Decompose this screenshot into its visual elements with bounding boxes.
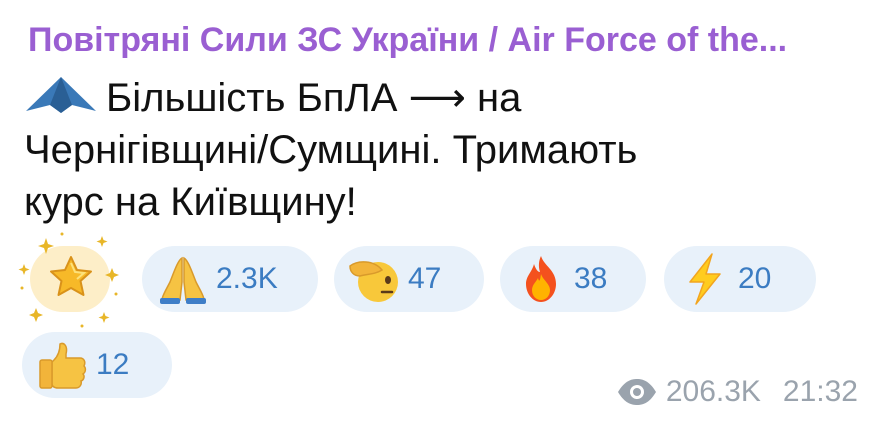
praying-hands-icon — [160, 256, 206, 304]
reaction-star[interactable] — [16, 232, 124, 338]
star-icon — [50, 256, 92, 296]
arrow-icon: ⟶ — [408, 75, 466, 121]
reaction-count: 47 — [408, 262, 442, 295]
reaction-lightning[interactable]: 20 — [664, 246, 816, 312]
reaction-count: 2.3K — [216, 262, 278, 295]
drone-icon — [26, 77, 96, 113]
saluting-face-icon — [349, 261, 398, 302]
message-meta: 206.3K 21:32 — [616, 374, 858, 410]
message-text-part1: Більшість БпЛА — [106, 76, 398, 120]
message-text: Більшість БпЛА ⟶ на Чернігівщині/Сумщині… — [24, 72, 844, 228]
fire-icon — [526, 256, 556, 302]
channel-title[interactable]: Повітряні Сили ЗС України / Air Force of… — [28, 16, 868, 64]
reaction-count: 20 — [738, 262, 772, 295]
thumbs-up-icon — [39, 342, 87, 389]
reaction-count: 38 — [574, 262, 608, 295]
message-bubble: Повітряні Сили ЗС України / Air Force of… — [0, 0, 878, 422]
message-line-1: Більшість БпЛА ⟶ на — [24, 72, 844, 124]
reaction-fire[interactable]: 38 — [500, 246, 646, 312]
message-line-2: Чернігівщині/Сумщині. Тримають — [24, 128, 638, 172]
message-line-3: курс на Київщину! — [24, 180, 357, 224]
reaction-thumbs-up[interactable]: 12 — [22, 332, 172, 398]
reaction-praying-hands[interactable]: 2.3K — [142, 246, 318, 312]
reaction-count: 12 — [96, 348, 130, 381]
eye-icon — [617, 379, 656, 405]
reaction-saluting-face[interactable]: 47 — [334, 246, 484, 312]
message-text-part2: на — [477, 76, 522, 120]
view-count: 206.3K — [665, 375, 761, 408]
lightning-icon — [689, 253, 721, 305]
message-time: 21:32 — [782, 375, 858, 408]
